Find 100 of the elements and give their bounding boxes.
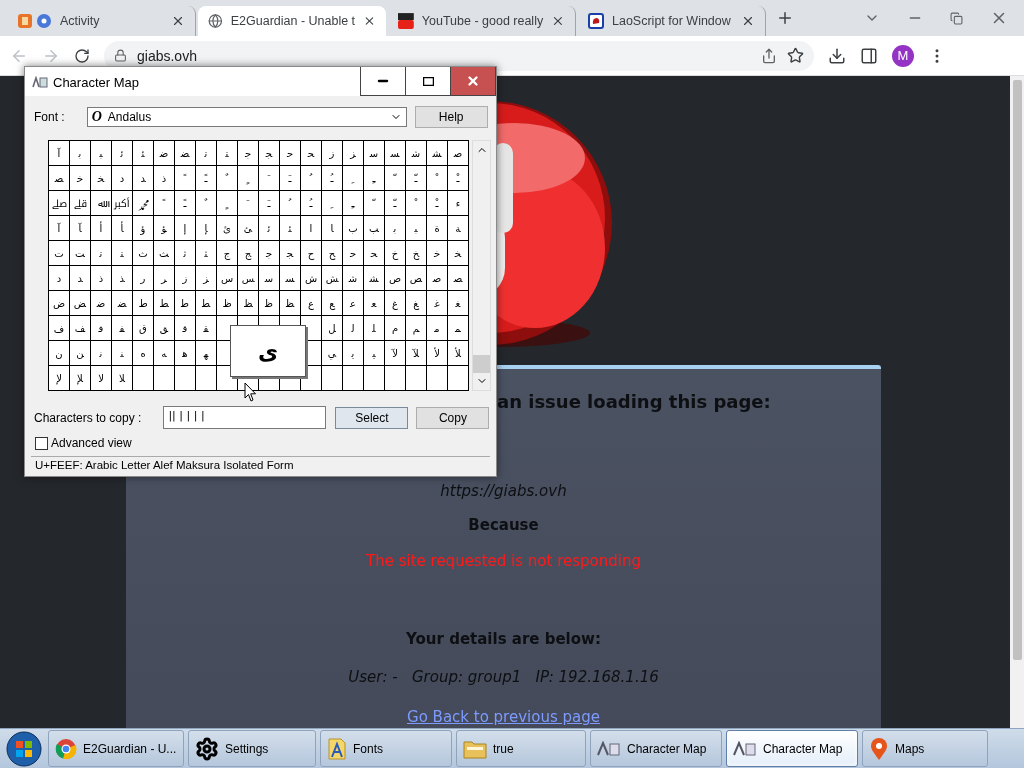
character-cell[interactable]: ﺠ: [259, 141, 280, 167]
character-cell[interactable]: ﻉ: [301, 291, 322, 317]
grid-scrollbar[interactable]: [472, 140, 491, 392]
character-cell[interactable]: ﻢ: [406, 316, 427, 342]
character-cell[interactable]: ﻦ: [70, 341, 91, 367]
character-cell[interactable]: ﹰ: [175, 166, 196, 192]
close-tab-icon[interactable]: [363, 14, 376, 28]
character-cell[interactable]: ﻹ: [49, 366, 70, 392]
character-cell[interactable]: ﹴ: [238, 166, 259, 192]
character-cell[interactable]: ﻟ: [343, 316, 364, 342]
restore-icon[interactable]: [950, 11, 963, 25]
taskbar-button[interactable]: Maps: [862, 730, 988, 767]
character-cell[interactable]: ﻊ: [322, 291, 343, 317]
character-cell[interactable]: ﹸ: [280, 191, 301, 217]
character-cell[interactable]: ﻌ: [364, 291, 385, 317]
close-tab-icon[interactable]: [171, 14, 185, 28]
character-cell[interactable]: ﺰ: [196, 266, 217, 292]
character-cell[interactable]: ﺌ: [133, 141, 154, 167]
copy-button[interactable]: Copy: [416, 406, 490, 429]
character-cell[interactable]: ﻴ: [364, 341, 385, 367]
character-cell[interactable]: ﹻ: [343, 191, 364, 217]
help-button[interactable]: Help: [414, 106, 488, 129]
character-cell[interactable]: ﺷ: [406, 141, 427, 167]
character-cell[interactable]: ﺋ: [259, 216, 280, 242]
character-cell[interactable]: ﹿ: [427, 191, 448, 217]
character-cell[interactable]: ﺲ: [238, 266, 259, 292]
character-cell[interactable]: ﷳ: [112, 191, 133, 217]
character-cell[interactable]: ﺃ: [91, 216, 112, 242]
character-cell[interactable]: ﺭ: [133, 266, 154, 292]
character-cell[interactable]: ﺄ: [112, 216, 133, 242]
character-cell[interactable]: ﺆ: [154, 216, 175, 242]
character-cell[interactable]: ﻩ: [133, 341, 154, 367]
character-cell[interactable]: ﺬ: [112, 266, 133, 292]
character-cell[interactable]: ﹲ: [196, 191, 217, 217]
taskbar-button[interactable]: Fonts: [320, 730, 452, 767]
character-cell[interactable]: ﹴ: [217, 191, 238, 217]
character-cell[interactable]: ﻕ: [133, 316, 154, 342]
character-cell[interactable]: ﻵ: [385, 341, 406, 367]
character-cell[interactable]: ﻠ: [364, 316, 385, 342]
character-cell[interactable]: ﻥ: [49, 341, 70, 367]
character-cell[interactable]: ﺻ: [427, 266, 448, 292]
character-cell[interactable]: ﹾ: [406, 191, 427, 217]
character-cell[interactable]: ﺾ: [70, 291, 91, 317]
character-cell[interactable]: ﺘ: [112, 241, 133, 267]
close-button[interactable]: [450, 67, 496, 96]
character-cell[interactable]: ﺝ: [217, 241, 238, 267]
character-cell[interactable]: ﻶ: [406, 341, 427, 367]
character-cell[interactable]: ﻷ: [427, 341, 448, 367]
character-cell[interactable]: ﺟ: [259, 241, 280, 267]
character-cell[interactable]: ﺸ: [427, 141, 448, 167]
character-cell[interactable]: ﹾ: [427, 166, 448, 192]
character-cell[interactable]: ﹰ: [154, 191, 175, 217]
profile-avatar[interactable]: M: [892, 44, 914, 67]
advanced-checkbox[interactable]: [35, 436, 48, 450]
character-cell[interactable]: ﻑ: [49, 316, 70, 342]
browser-tab[interactable]: E2Guardian - Unable t: [198, 6, 386, 36]
character-cell[interactable]: ﻘ: [196, 316, 217, 342]
character-cell[interactable]: ﹷ: [280, 166, 301, 192]
character-cell[interactable]: ﻲ: [322, 341, 343, 367]
character-cell[interactable]: ﺪ: [70, 266, 91, 292]
taskbar-button[interactable]: Character Map: [590, 730, 722, 767]
character-cell[interactable]: ﻪ: [154, 341, 175, 367]
side-panel-icon[interactable]: [860, 46, 878, 65]
character-cell[interactable]: ﺿ: [91, 291, 112, 317]
character-cell[interactable]: ﹿ: [448, 166, 469, 192]
character-cell[interactable]: ﻋ: [343, 291, 364, 317]
scroll-thumb[interactable]: [1012, 80, 1022, 660]
character-cell[interactable]: ﺍ: [301, 216, 322, 242]
character-cell[interactable]: ﹷ: [259, 191, 280, 217]
character-cell[interactable]: ﷱ: [70, 191, 91, 217]
character-cell[interactable]: ﻼ: [112, 366, 133, 392]
character-cell[interactable]: ﺘ: [217, 141, 238, 167]
character-cell[interactable]: ﹽ: [385, 191, 406, 217]
character-cell[interactable]: ﻳ: [343, 341, 364, 367]
character-cell[interactable]: ﺕ: [49, 241, 70, 267]
character-cell[interactable]: ﺗ: [196, 141, 217, 167]
character-cell[interactable]: ﺩ: [49, 266, 70, 292]
character-cell[interactable]: ﻣ: [427, 316, 448, 342]
character-cell[interactable]: ﺷ: [343, 266, 364, 292]
character-cell[interactable]: ﺉ: [217, 216, 238, 242]
character-cell[interactable]: ﺁ: [49, 141, 70, 167]
character-cell[interactable]: ﷲ: [91, 191, 112, 217]
character-cell[interactable]: ﺤ: [364, 241, 385, 267]
character-cell[interactable]: ﺒ: [406, 216, 427, 242]
character-cell[interactable]: ﷴ: [133, 191, 154, 217]
character-cell[interactable]: ﻖ: [154, 316, 175, 342]
character-cell[interactable]: ﺏ: [343, 216, 364, 242]
taskbar-button[interactable]: Settings: [188, 730, 316, 767]
download-icon[interactable]: [828, 46, 846, 65]
character-cell[interactable]: ﺓ: [427, 216, 448, 242]
character-cell[interactable]: ﹲ: [217, 166, 238, 192]
character-cell[interactable]: ﹸ: [301, 166, 322, 192]
character-cell[interactable]: ﻔ: [112, 316, 133, 342]
new-tab-icon[interactable]: [776, 9, 794, 27]
character-cell[interactable]: ﹼ: [364, 191, 385, 217]
character-cell[interactable]: ﺂ: [70, 216, 91, 242]
character-cell[interactable]: ﻬ: [196, 341, 217, 367]
character-cell[interactable]: ﺤ: [301, 141, 322, 167]
bookmark-star-icon[interactable]: [787, 47, 804, 64]
character-cell[interactable]: ﻀ: [112, 291, 133, 317]
